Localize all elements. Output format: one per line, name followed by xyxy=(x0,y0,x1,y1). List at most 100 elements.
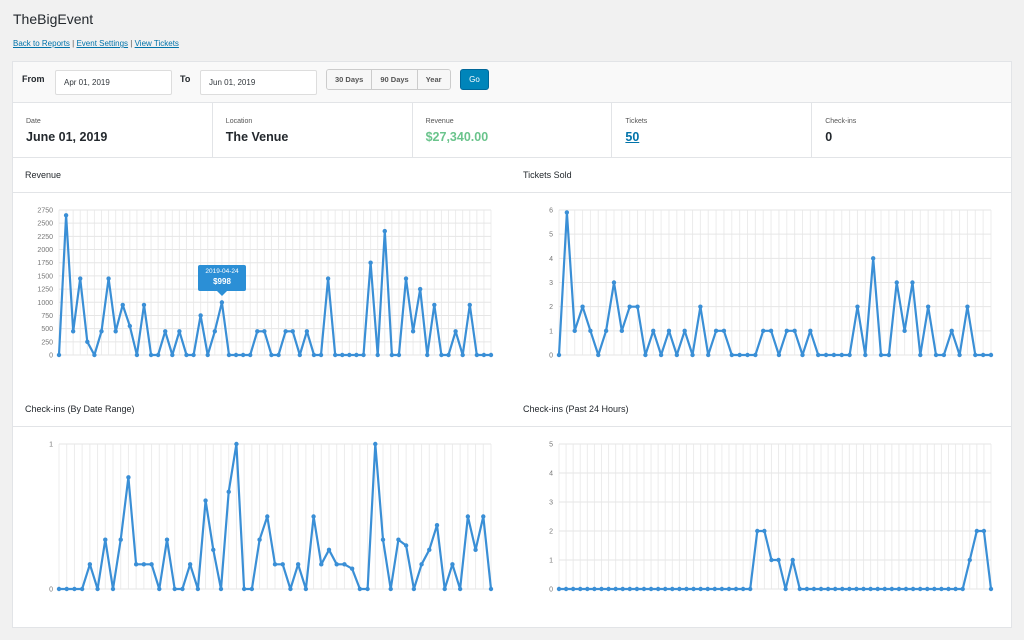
data-point xyxy=(226,489,231,495)
data-point xyxy=(311,514,316,519)
data-point xyxy=(762,528,767,534)
stat-tickets: Tickets 50 xyxy=(612,103,813,157)
data-point xyxy=(769,557,774,563)
data-point xyxy=(481,514,486,519)
tickets-chart-title: Tickets Sold xyxy=(523,170,572,180)
y-tick-label: 5 xyxy=(549,232,553,239)
data-point xyxy=(980,352,986,358)
to-date-input[interactable] xyxy=(200,70,317,95)
data-point xyxy=(800,352,805,358)
data-point xyxy=(288,586,293,592)
tooltip-date: 2019-04-24 xyxy=(205,268,239,275)
data-point xyxy=(960,586,965,592)
data-point xyxy=(578,586,583,592)
y-tick-label: 4 xyxy=(549,256,553,263)
data-point xyxy=(255,329,260,334)
data-point xyxy=(863,352,868,358)
data-point xyxy=(627,586,633,592)
data-point xyxy=(761,328,766,334)
data-point xyxy=(184,352,189,358)
data-point xyxy=(882,586,887,592)
y-tick-label: 2000 xyxy=(37,247,53,254)
view-tickets-link[interactable]: View Tickets xyxy=(135,39,179,48)
data-point xyxy=(839,352,844,358)
data-point xyxy=(92,352,97,358)
data-point xyxy=(272,562,278,567)
data-point xyxy=(981,528,987,534)
data-point xyxy=(831,352,837,358)
data-point xyxy=(488,352,494,358)
tickets-chart: 0 1 2 3 4 5 6 xyxy=(549,208,994,360)
data-point xyxy=(889,586,895,592)
data-point xyxy=(283,329,288,334)
data-point xyxy=(460,352,465,358)
data-point xyxy=(634,586,640,592)
data-point xyxy=(797,586,802,592)
data-point xyxy=(691,586,696,592)
y-tick-label: 0 xyxy=(49,353,53,360)
data-point xyxy=(596,352,601,358)
data-point xyxy=(733,586,739,592)
data-point xyxy=(705,586,710,592)
data-point xyxy=(957,352,962,358)
data-point xyxy=(712,586,718,592)
chart-tooltip: 2019-04-24 $998 xyxy=(198,265,246,296)
stat-label: Date xyxy=(26,118,41,125)
tickets-count-link[interactable]: 50 xyxy=(625,130,811,144)
data-point xyxy=(643,352,648,358)
data-point xyxy=(389,352,395,358)
event-settings-link[interactable]: Event Settings xyxy=(76,39,128,48)
data-point xyxy=(110,586,116,592)
y-tick-label: 500 xyxy=(41,326,53,333)
tooltip-value: $998 xyxy=(213,277,231,286)
data-point xyxy=(641,586,647,592)
stat-label: Revenue xyxy=(425,118,454,125)
data-point xyxy=(249,586,255,592)
data-point xyxy=(157,586,162,592)
y-tick-label: 1250 xyxy=(37,287,53,294)
data-point xyxy=(163,329,168,334)
data-point xyxy=(570,586,576,592)
go-button[interactable]: Go xyxy=(460,69,489,90)
data-point xyxy=(226,352,232,358)
data-point xyxy=(481,352,487,358)
data-point xyxy=(311,352,317,358)
data-point xyxy=(442,586,447,592)
data-point xyxy=(855,304,860,309)
year-button[interactable]: Year xyxy=(417,70,450,89)
data-point xyxy=(783,586,788,592)
data-point xyxy=(592,586,597,592)
data-point xyxy=(740,586,746,592)
back-to-reports-link[interactable]: Back to Reports xyxy=(13,39,70,48)
nav-links: Back to Reports | Event Settings | View … xyxy=(13,39,179,48)
data-point xyxy=(902,328,907,334)
data-point xyxy=(933,352,939,358)
data-point xyxy=(941,352,947,358)
30-days-button[interactable]: 30 Days xyxy=(327,70,373,89)
90-days-button[interactable]: 90 Days xyxy=(372,70,418,89)
data-point xyxy=(894,280,899,285)
data-point xyxy=(95,586,100,592)
checkins-range-chart: 01 xyxy=(49,442,494,594)
data-point xyxy=(410,329,416,334)
data-point xyxy=(776,557,781,563)
data-point xyxy=(823,352,829,358)
data-point xyxy=(572,328,577,334)
data-point xyxy=(241,586,247,592)
data-point xyxy=(425,352,430,358)
data-point xyxy=(427,547,432,553)
from-date-input[interactable] xyxy=(55,70,172,95)
data-point xyxy=(816,352,821,358)
data-point xyxy=(126,475,131,480)
data-point xyxy=(141,302,147,308)
page-title: TheBigEvent xyxy=(13,11,94,27)
data-point xyxy=(698,304,703,309)
data-point xyxy=(304,329,310,334)
data-point xyxy=(396,352,402,358)
y-tick-label: 6 xyxy=(549,208,553,215)
to-label: To xyxy=(180,74,191,84)
data-point xyxy=(556,586,562,592)
data-point xyxy=(198,313,203,318)
divider xyxy=(13,426,1011,427)
y-tick-label: 2 xyxy=(549,529,553,536)
